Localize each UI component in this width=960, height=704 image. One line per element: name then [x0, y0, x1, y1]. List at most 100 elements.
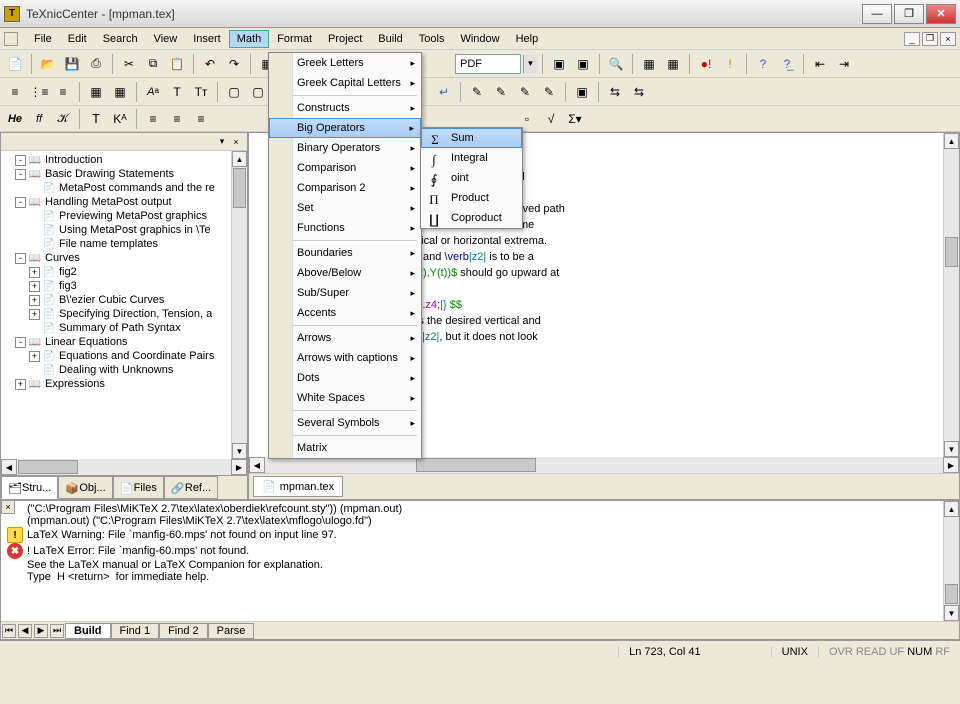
tree-node[interactable]: +📖Expressions: [3, 377, 229, 391]
menu-item-constructs[interactable]: Constructs: [269, 98, 421, 118]
tree-node[interactable]: -📖Basic Drawing Statements: [3, 167, 229, 181]
menu-search[interactable]: Search: [95, 30, 146, 48]
next-icon[interactable]: ▶: [34, 624, 48, 638]
tree-hscrollbar[interactable]: ◀ ▶: [1, 459, 247, 475]
last-icon[interactable]: ⏭: [50, 624, 64, 638]
saveall-icon[interactable]: ⎙: [85, 53, 107, 75]
tb24-icon[interactable]: ✎: [514, 81, 536, 103]
warn-icon[interactable]: !: [719, 53, 741, 75]
maximize-button[interactable]: ❐: [894, 4, 924, 24]
scroll-up-icon[interactable]: ▲: [232, 151, 247, 167]
pen-icon[interactable]: ✎: [466, 81, 488, 103]
menu-item-binary-operators[interactable]: Binary Operators: [269, 138, 421, 158]
scroll-left-icon[interactable]: ◀: [249, 457, 265, 473]
tree-node[interactable]: +📄fig2: [3, 265, 229, 279]
newline-icon[interactable]: ↵: [433, 81, 455, 103]
output-tab-find-2[interactable]: Find 2: [159, 623, 208, 639]
tree-toggle-icon[interactable]: -: [15, 337, 26, 348]
size2-icon[interactable]: Tᴛ: [190, 81, 212, 103]
scroll-up-icon[interactable]: ▲: [944, 133, 959, 149]
tb20-icon[interactable]: ▢: [223, 81, 245, 103]
tree-toggle-icon[interactable]: +: [29, 267, 40, 278]
tb21-icon[interactable]: ▢: [247, 81, 269, 103]
tree-node[interactable]: +📄Equations and Coordinate Pairs: [3, 349, 229, 363]
new-icon[interactable]: 📄: [4, 53, 26, 75]
panel-tab-ref..[interactable]: 🔗Ref...: [164, 476, 218, 499]
document-tree[interactable]: -📖Introduction-📖Basic Drawing Statements…: [1, 151, 231, 459]
scroll-down-icon[interactable]: ▼: [944, 441, 959, 457]
hscroll-thumb[interactable]: [416, 458, 536, 472]
tree-node[interactable]: -📖Handling MetaPost output: [3, 195, 229, 209]
submenu-item-oint[interactable]: ∮oint: [421, 168, 522, 188]
tree-toggle-icon[interactable]: -: [15, 197, 26, 208]
tree-toggle-icon[interactable]: -: [15, 169, 26, 180]
menu-item-arrows[interactable]: Arrows: [269, 328, 421, 348]
tree-toggle-icon[interactable]: +: [29, 295, 40, 306]
mdi-minimize-button[interactable]: _: [904, 32, 920, 46]
document-tab[interactable]: 📄 mpman.tex: [253, 476, 343, 497]
tt-icon[interactable]: T: [85, 108, 107, 130]
tree-node[interactable]: 📄MetaPost commands and the re: [3, 181, 229, 195]
scroll-up-icon[interactable]: ▲: [944, 501, 959, 517]
menu-item-greek-letters[interactable]: Greek Letters: [269, 53, 421, 73]
panel-dropdown-icon[interactable]: ▾: [215, 135, 229, 149]
build-icon[interactable]: ▣: [548, 53, 570, 75]
menu-item-set[interactable]: Set: [269, 198, 421, 218]
menu-item-arrows-with-captions[interactable]: Arrows with captions: [269, 348, 421, 368]
tb28-icon[interactable]: ⇆: [628, 81, 650, 103]
description-icon[interactable]: ≡: [52, 81, 74, 103]
cal-icon[interactable]: 𝒦: [52, 108, 74, 130]
submenu-item-coproduct[interactable]: ∐Coproduct: [421, 208, 522, 228]
whatsthis-icon[interactable]: ?̲: [776, 53, 798, 75]
itemize-icon[interactable]: ≡: [4, 81, 26, 103]
submenu-item-integral[interactable]: ∫Integral: [421, 148, 522, 168]
panel-tab-stru..[interactable]: 🗂Stru...: [1, 476, 58, 499]
menu-tools[interactable]: Tools: [411, 30, 453, 48]
tree-toggle-icon[interactable]: -: [15, 253, 26, 264]
tb25-icon[interactable]: ✎: [538, 81, 560, 103]
align-left-icon[interactable]: ≡: [142, 108, 164, 130]
bf-icon[interactable]: He: [4, 108, 26, 130]
tree-node[interactable]: +📄fig3: [3, 279, 229, 293]
scroll-thumb[interactable]: [233, 168, 246, 208]
copy-icon[interactable]: ⧉: [142, 53, 164, 75]
menu-item-above/below[interactable]: Above/Below: [269, 263, 421, 283]
prev-icon[interactable]: ◀: [18, 624, 32, 638]
tree-node[interactable]: 📄Previewing MetaPost graphics: [3, 209, 229, 223]
menu-window[interactable]: Window: [452, 30, 507, 48]
menu-view[interactable]: View: [146, 30, 186, 48]
scroll-left-icon[interactable]: ◀: [1, 459, 17, 475]
align-right-icon[interactable]: ≡: [190, 108, 212, 130]
hscroll-thumb[interactable]: [18, 460, 78, 474]
panel-close-icon[interactable]: ×: [229, 135, 243, 149]
scroll-thumb[interactable]: [945, 237, 958, 267]
tree-node[interactable]: 📄Using MetaPost graphics in \Te: [3, 223, 229, 237]
menu-item-comparison-2[interactable]: Comparison 2: [269, 178, 421, 198]
menu-help[interactable]: Help: [508, 30, 547, 48]
tree-node[interactable]: 📄File name templates: [3, 237, 229, 251]
menu-build[interactable]: Build: [370, 30, 410, 48]
output-tab-find-1[interactable]: Find 1: [111, 623, 160, 639]
menu-item-several-symbols[interactable]: Several Symbols: [269, 413, 421, 433]
minimize-button[interactable]: —: [862, 4, 892, 24]
paste-icon[interactable]: 📋: [166, 53, 188, 75]
tabular-icon[interactable]: ▦: [109, 81, 131, 103]
ff-icon[interactable]: ff: [28, 108, 50, 130]
tb27-icon[interactable]: ⇆: [604, 81, 626, 103]
math-op-icon[interactable]: Σ▾: [564, 108, 586, 130]
editor-hscrollbar[interactable]: ◀ ▶: [249, 457, 959, 473]
menu-item-dots[interactable]: Dots: [269, 368, 421, 388]
tree-node[interactable]: 📄Summary of Path Syntax: [3, 321, 229, 335]
table-icon[interactable]: ▦: [85, 81, 107, 103]
redo-icon[interactable]: ↷: [223, 53, 245, 75]
tree-toggle-icon[interactable]: -: [15, 155, 26, 166]
menu-edit[interactable]: Edit: [60, 30, 95, 48]
editor-scrollbar[interactable]: ▲ ▼: [943, 133, 959, 457]
panel-tab-obj..[interactable]: 📦Obj...: [58, 476, 112, 499]
panel-tab-files[interactable]: 📄Files: [113, 476, 164, 499]
combo-arrow-icon[interactable]: ▼: [523, 55, 537, 73]
menu-item-accents[interactable]: Accents: [269, 303, 421, 323]
tree-node[interactable]: -📖Linear Equations: [3, 335, 229, 349]
scroll-right-icon[interactable]: ▶: [943, 457, 959, 473]
tree-node[interactable]: +📄B\'ezier Cubic Curves: [3, 293, 229, 307]
